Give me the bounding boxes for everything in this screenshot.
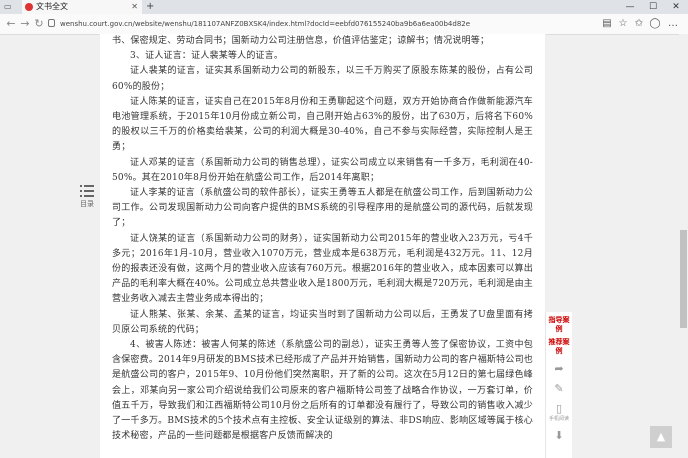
minimize-icon[interactable]: — (620, 0, 640, 14)
profile-icon[interactable]: ◯ (648, 17, 662, 31)
paragraph: 3、证人证言：证人裴某等人的证言。 (130, 51, 284, 62)
paragraph: 证人陈某的证言，证实自己在2015年8月份和王勇聊起这个问题，双方开始协商合作做… (112, 96, 533, 153)
paragraph: 证人邓某的证言（系国新动力公司的销售总理），证实公司成立以来销售有一千多万，毛利… (112, 157, 533, 183)
mobile-read-label: 手机阅读 (548, 416, 569, 422)
arrow-up-icon: ▲ (656, 430, 666, 443)
right-sidebar: 指导案例 推荐案例 ➦ ✎ ▯ 手机阅读 ⬇ (545, 312, 572, 458)
list-icon (80, 185, 94, 197)
back-icon[interactable]: ← (4, 17, 18, 31)
back-to-top-button[interactable]: ▲ (650, 426, 672, 448)
lock-icon (48, 19, 55, 27)
download-icon[interactable]: ⬇ (552, 429, 566, 443)
paragraph: 书、保密规定、劳动合同书；国新动力公司注册信息，价值评估鉴定；谅解书；情况说明等… (112, 36, 490, 46)
window-close-icon[interactable]: ✕ (666, 0, 686, 14)
forward-icon[interactable]: → (18, 17, 32, 31)
document-body: 书、保密规定、劳动合同书；国新动力公司注册信息，价值评估鉴定；谅解书；情况说明等… (99, 34, 546, 458)
mobile-read-icon[interactable]: ▯ (552, 402, 566, 416)
tab-title: 文书全文 (36, 2, 68, 11)
maximize-icon[interactable]: ☐ (643, 0, 663, 14)
address-bar: ← → ↻ wenshu.court.gov.cn/website/wenshu… (0, 14, 688, 35)
more-icon[interactable]: … (666, 17, 680, 31)
paragraph: 证人饶某的证言（系国新动力公司的财务），证实国新动力公司2015年的营业收入23… (112, 233, 533, 305)
paragraph: 证人熊某、张某、余某、孟某的证言，均证实当时到了国新动力公司以后，王勇发了U盘里… (112, 309, 533, 335)
page-scrollbar[interactable] (679, 34, 688, 458)
print-icon[interactable]: ✎ (552, 382, 566, 396)
browser-titlebar: ▭ 文书全文 ✕ + — ☐ ✕ (0, 0, 688, 14)
share-icon[interactable]: ➦ (552, 362, 566, 376)
tab-actions-icon[interactable]: ▭ (4, 2, 16, 12)
paragraph: 4、被害人陈述：被害人何某的陈述（系航盛公司的副总），证实王勇等人签了保密协议，… (112, 340, 533, 442)
new-tab-icon[interactable]: + (146, 0, 154, 14)
favorite-star-icon[interactable]: ☆ (616, 17, 630, 31)
scrollbar-thumb[interactable] (680, 230, 687, 328)
close-tab-icon[interactable]: ✕ (131, 0, 138, 14)
recommended-cases-link[interactable]: 推荐案例 (546, 338, 572, 356)
reading-view-icon[interactable]: ▤ (600, 17, 614, 31)
toc-button[interactable]: 目录 (76, 185, 98, 209)
url-field[interactable]: wenshu.court.gov.cn/website/wenshu/18110… (60, 18, 470, 30)
toc-label: 目录 (80, 200, 94, 208)
refresh-icon[interactable]: ↻ (32, 17, 46, 31)
guiding-cases-link[interactable]: 指导案例 (546, 316, 572, 334)
paragraph: 证人裴某的证言，证实其系国新动力公司的新股东，以三千万购买了原股东陈某的股份，占… (112, 66, 533, 92)
browser-tab[interactable]: 文书全文 ✕ (22, 0, 142, 14)
paragraph: 证人李某的证言（系航盛公司的软件部长），证实王勇等五人都是在航盛公司工作，后到国… (112, 188, 533, 229)
favorites-icon[interactable]: ✩ (632, 17, 646, 31)
site-favicon-icon (25, 3, 33, 11)
